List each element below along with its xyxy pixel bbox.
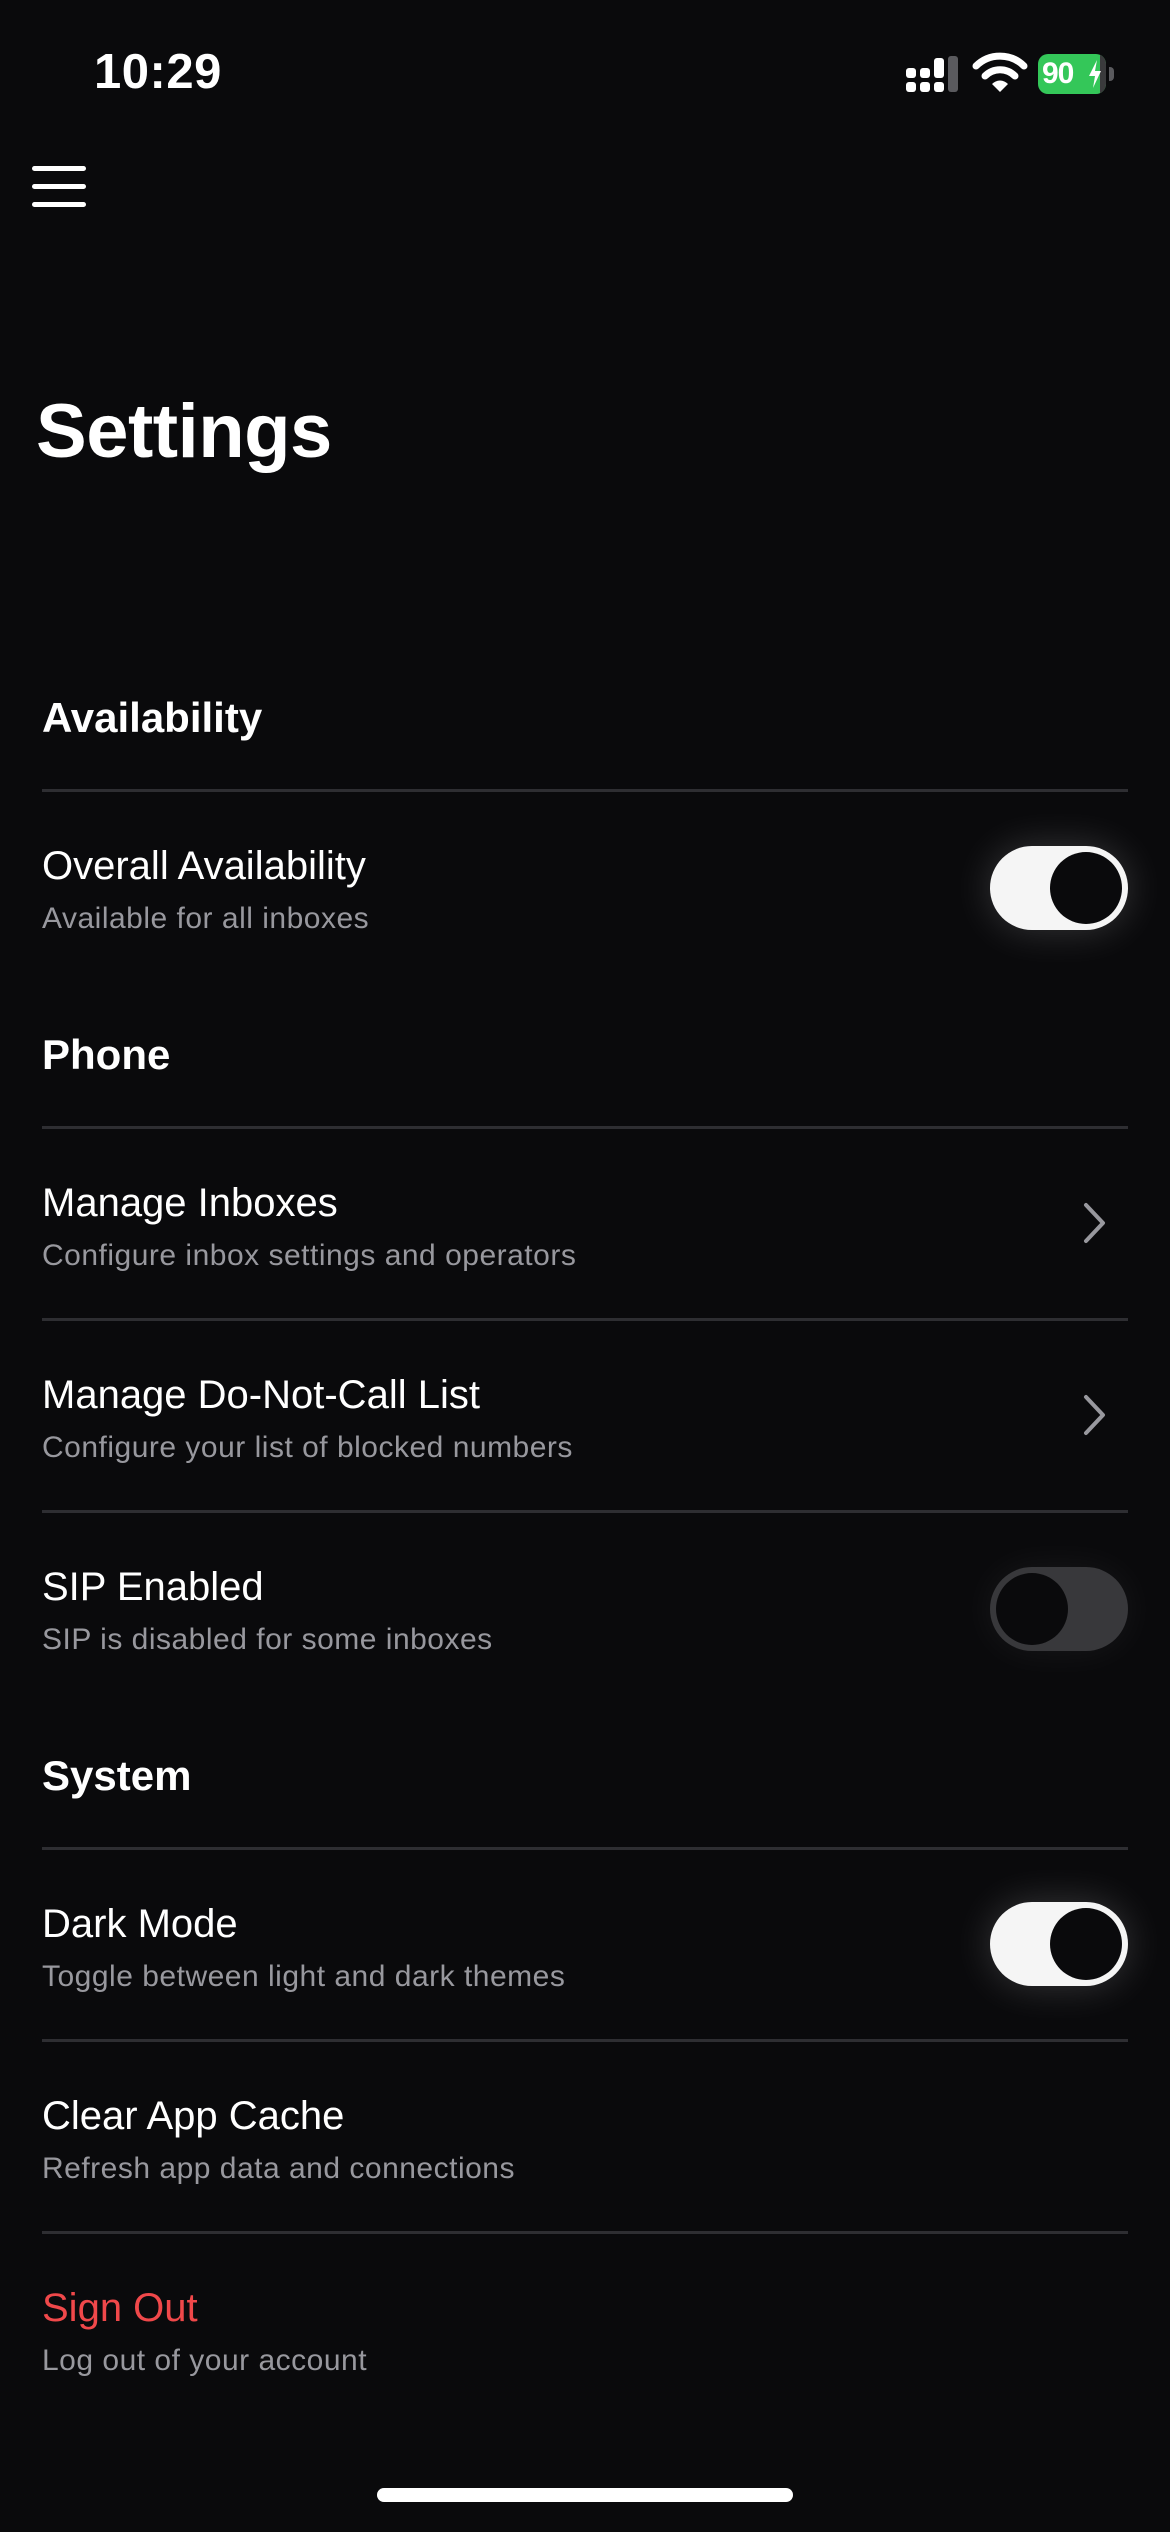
divider — [42, 1847, 1128, 1850]
page-title: Settings — [36, 389, 332, 474]
divider — [42, 1510, 1128, 1513]
row-title: Manage Do-Not-Call List — [42, 1373, 480, 1417]
divider — [42, 2231, 1128, 2234]
overall-availability-toggle[interactable] — [990, 846, 1128, 930]
divider — [42, 789, 1128, 792]
row-title: Overall Availability — [42, 844, 366, 888]
divider — [42, 1318, 1128, 1321]
chevron-right-icon — [1084, 1395, 1105, 1435]
row-subtitle: Log out of your account — [42, 2344, 368, 2377]
toggle-knob — [1050, 852, 1122, 924]
battery-indicator: 90 — [1038, 54, 1114, 94]
settings-row-manage-inboxes[interactable]: Manage Inboxes Configure inbox settings … — [0, 1181, 1170, 1367]
settings-row-clear-app-cache[interactable]: Clear App Cache Refresh app data and con… — [0, 2094, 1170, 2280]
home-indicator[interactable] — [377, 2488, 793, 2502]
divider — [42, 2039, 1128, 2042]
battery-icon: 90 — [1038, 54, 1106, 94]
charging-bolt-icon — [1089, 60, 1101, 88]
section-header-availability: Availability — [42, 694, 263, 741]
battery-percent: 90 — [1042, 57, 1074, 90]
row-title: Dark Mode — [42, 1902, 238, 1946]
row-title: SIP Enabled — [42, 1565, 264, 1609]
row-title: Clear App Cache — [42, 2094, 345, 2138]
row-subtitle: Available for all inboxes — [42, 902, 370, 935]
settings-row-sip-enabled: SIP Enabled SIP is disabled for some inb… — [0, 1565, 1170, 1751]
sign-out-label: Sign Out — [42, 2286, 198, 2330]
row-subtitle: SIP is disabled for some inboxes — [42, 1623, 493, 1656]
status-time: 10:29 — [94, 45, 222, 99]
status-bar: 10:29 90 — [0, 0, 1170, 150]
settings-row-sign-out[interactable]: Sign Out Log out of your account — [0, 2286, 1170, 2472]
row-title: Manage Inboxes — [42, 1181, 338, 1225]
row-subtitle: Refresh app data and connections — [42, 2152, 515, 2185]
sip-enabled-toggle[interactable] — [990, 1567, 1128, 1651]
chevron-right-icon — [1084, 1203, 1105, 1243]
row-subtitle: Configure inbox settings and operators — [42, 1239, 577, 1272]
dark-mode-toggle[interactable] — [990, 1902, 1128, 1986]
toggle-knob — [1050, 1908, 1122, 1980]
settings-row-manage-do-not-call[interactable]: Manage Do-Not-Call List Configure your l… — [0, 1373, 1170, 1559]
row-subtitle: Toggle between light and dark themes — [42, 1960, 566, 1993]
menu-button[interactable] — [30, 160, 90, 212]
section-header-system: System — [42, 1752, 192, 1799]
section-header-phone: Phone — [42, 1031, 171, 1078]
divider — [42, 1126, 1128, 1129]
toggle-knob — [996, 1573, 1068, 1645]
menu-icon — [32, 166, 86, 171]
settings-row-dark-mode: Dark Mode Toggle between light and dark … — [0, 1902, 1170, 2088]
wifi-icon — [972, 52, 1028, 92]
settings-row-overall-availability: Overall Availability Available for all i… — [0, 844, 1170, 1030]
cellular-signal-icon — [906, 56, 958, 92]
row-subtitle: Configure your list of blocked numbers — [42, 1431, 573, 1464]
